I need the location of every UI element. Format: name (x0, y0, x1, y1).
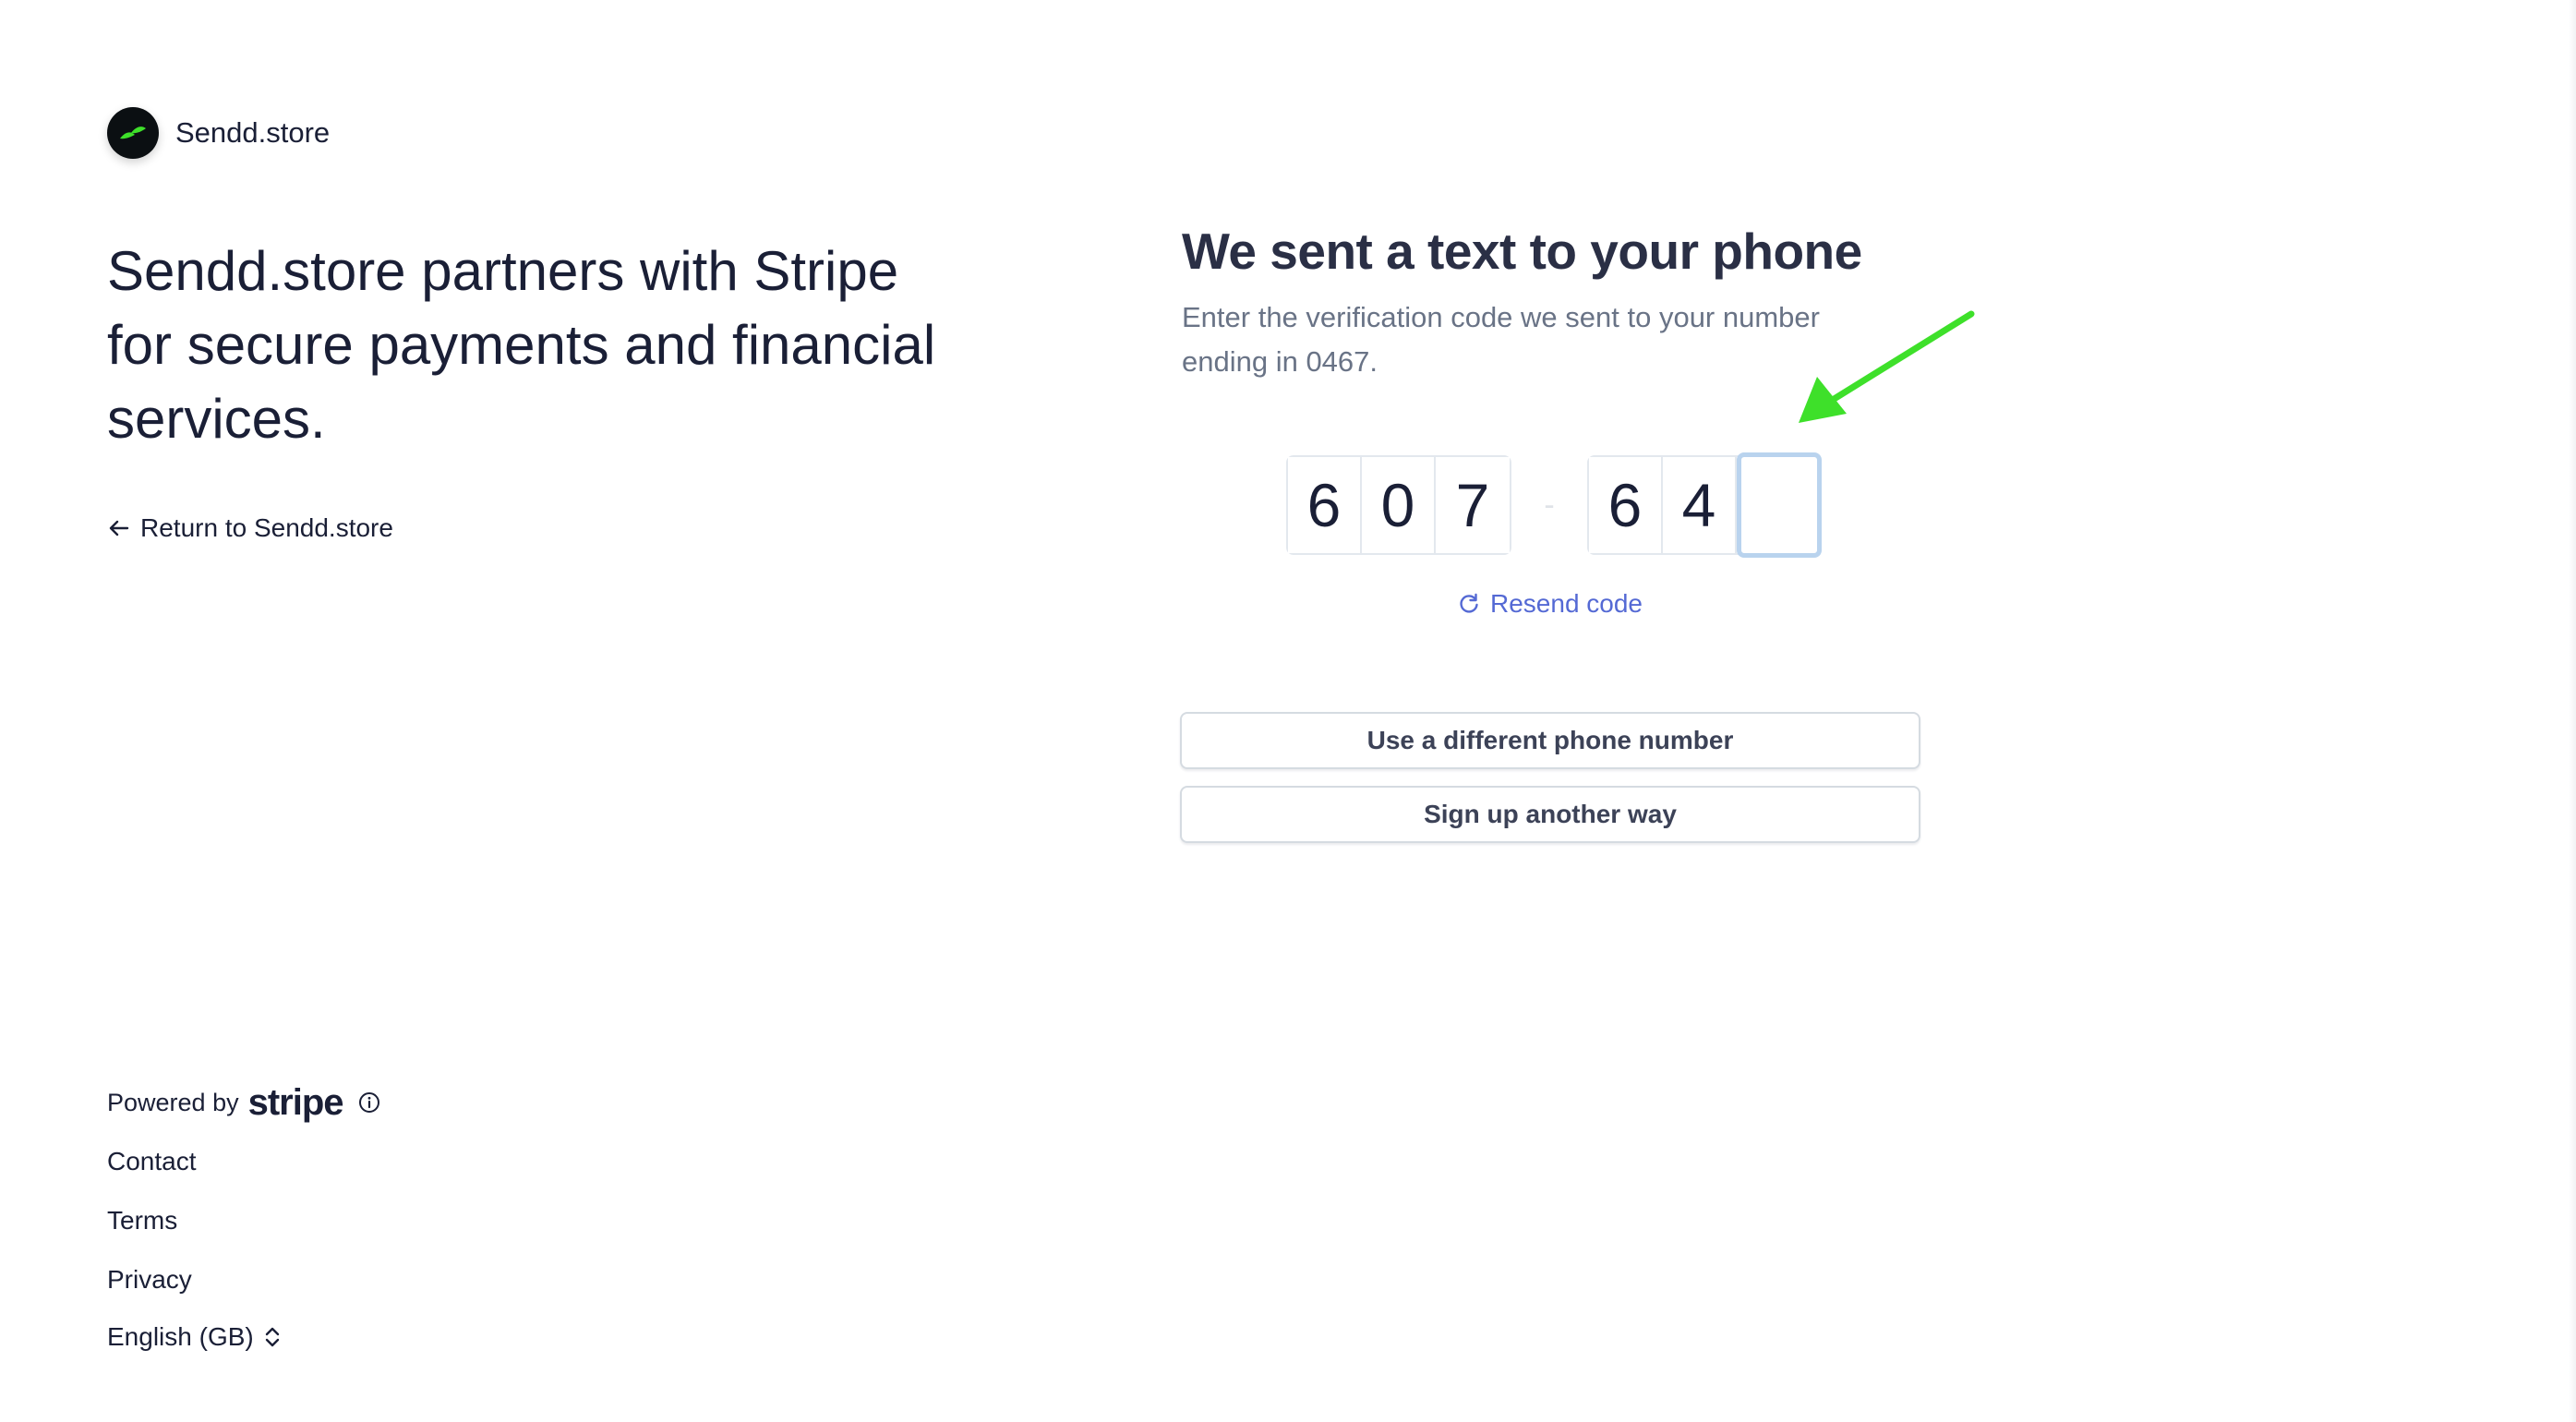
contact-link[interactable]: Contact (107, 1145, 380, 1178)
terms-link[interactable]: Terms (107, 1204, 380, 1237)
return-link[interactable]: Return to Sendd.store (107, 513, 393, 543)
sendd-logo-icon (107, 107, 159, 159)
resend-code-label: Resend code (1490, 589, 1643, 618)
code-digit-5[interactable]: 4 (1663, 457, 1737, 553)
language-label: English (GB) (107, 1322, 254, 1351)
privacy-link[interactable]: Privacy (107, 1263, 380, 1296)
partner-headline: Sendd.store partners with Stripe for sec… (107, 240, 936, 450)
code-separator: - (1544, 487, 1555, 523)
code-group-first: 6 0 7 (1286, 455, 1511, 555)
annotation-arrow-icon (1799, 310, 1975, 423)
stripe-link-verification-page: Sendd.store Sendd.store partners with St… (0, 0, 2576, 1422)
code-digit-4[interactable]: 6 (1589, 457, 1663, 553)
refresh-icon (1460, 593, 1478, 613)
powered-by-label: Powered by (107, 1088, 239, 1116)
verification-code-input: 6 0 7 - 6 4 (1286, 452, 1822, 558)
code-digit-1[interactable]: 6 (1288, 457, 1362, 553)
resend-code-link[interactable]: Resend code (1457, 589, 1643, 619)
brand-name: Sendd.store (175, 116, 331, 149)
verify-title: We sent a text to your phone (1182, 223, 1862, 280)
code-digit-2[interactable]: 0 (1362, 457, 1436, 553)
signup-another-way-button[interactable]: Sign up another way (1180, 786, 1920, 843)
info-icon[interactable] (358, 1091, 380, 1114)
code-group-second: 6 4 (1587, 452, 1822, 558)
code-digit-3[interactable]: 7 (1436, 457, 1510, 553)
scrollbar-track[interactable] (2569, 0, 2576, 1422)
different-phone-button[interactable]: Use a different phone number (1180, 712, 1920, 769)
code-digit-6[interactable] (1737, 452, 1822, 558)
arrow-left-icon (109, 520, 129, 536)
stripe-logo: stripe (247, 1081, 344, 1123)
footer: Powered by stripe Contact Terms Privacy … (107, 1080, 380, 1352)
language-selector[interactable]: English (GB) (107, 1322, 380, 1352)
brand: Sendd.store (107, 107, 330, 159)
powered-by-stripe[interactable]: Powered by stripe (107, 1080, 380, 1125)
chevron-up-down-icon (265, 1327, 279, 1347)
return-link-label: Return to Sendd.store (140, 513, 393, 542)
